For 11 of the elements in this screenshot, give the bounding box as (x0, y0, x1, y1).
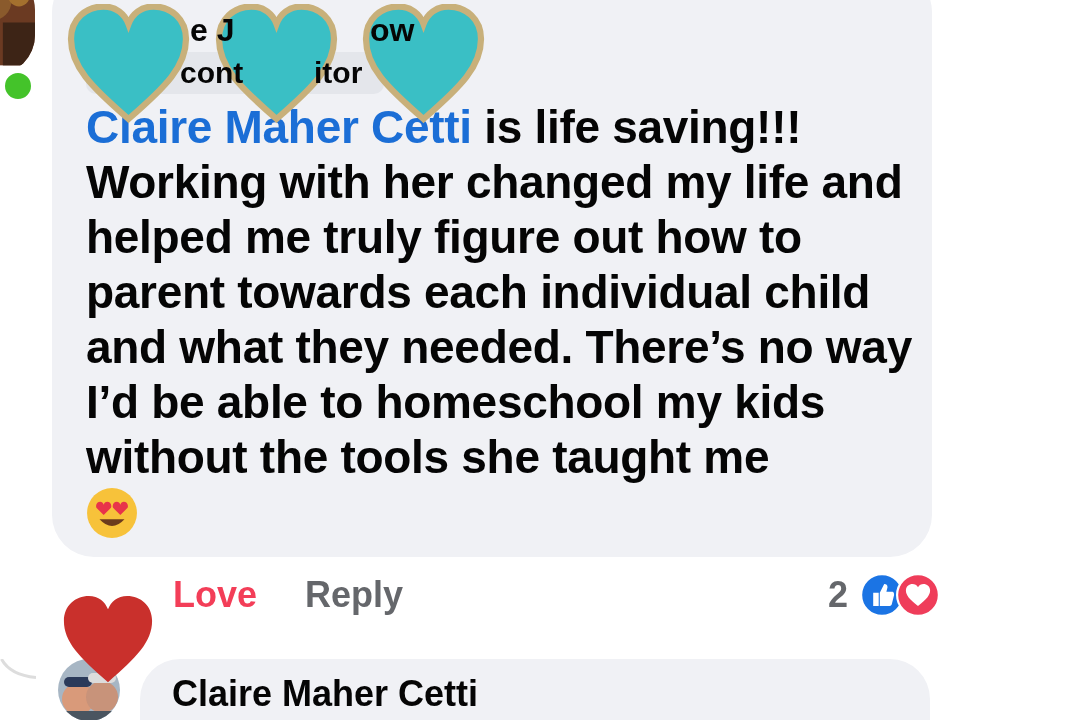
thread-line (0, 659, 36, 679)
badge-label: itor (314, 56, 363, 90)
mention-link[interactable]: Claire Maher Cetti (86, 101, 472, 153)
comment-text: Claire Maher Cetti is life saving!!! Working with her changed my life and helped me truly figure out how to parent towards each individual child and what they needed. There’s no way I’d be able to homeschool my kids without the tools she taught me (86, 100, 913, 485)
author-name[interactable]: Claire Maher Cetti (172, 673, 479, 714)
reaction-count[interactable]: 2 (827, 574, 848, 616)
heart-eyes-emoji-icon (86, 487, 138, 539)
author-name[interactable]: ow (370, 12, 415, 49)
action-link[interactable]: Reply (305, 574, 404, 616)
heart-reaction-icon (896, 573, 940, 617)
action-link[interactable]: Love (173, 574, 258, 616)
